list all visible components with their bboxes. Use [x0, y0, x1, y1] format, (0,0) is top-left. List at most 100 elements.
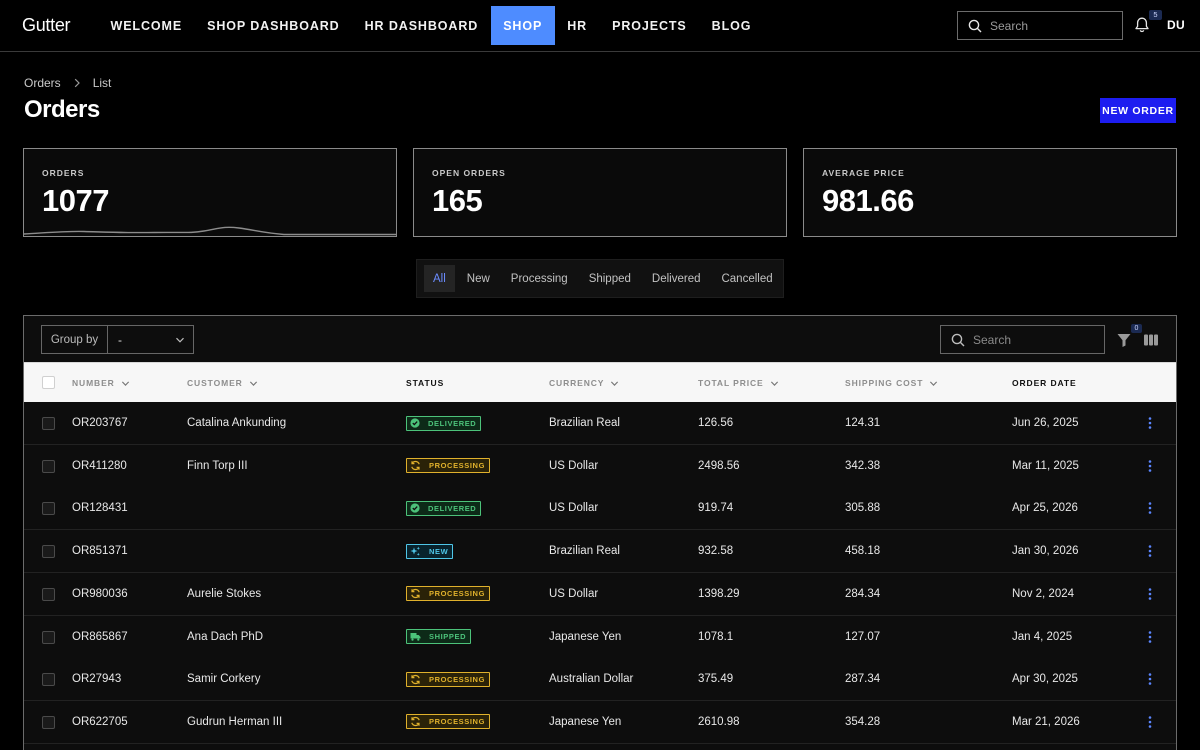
brand-logo[interactable]: Gutter: [22, 15, 71, 36]
stat-value: 981.66: [822, 183, 914, 218]
currency: Australian Dollar: [549, 673, 634, 686]
tab-shipped[interactable]: Shipped: [580, 265, 640, 292]
column-customer[interactable]: CUSTOMER: [187, 363, 258, 403]
nav-item-hr-dashboard[interactable]: HR DASHBOARD: [352, 6, 491, 45]
table-row[interactable]: OR851371 NEW Brazilian Real 932.58 458.18 Jan…: [24, 530, 1176, 574]
more-vertical-icon[interactable]: [1146, 544, 1154, 558]
status-label: NEW: [429, 546, 449, 556]
table-search-input[interactable]: Search: [940, 325, 1105, 354]
tab-delivered[interactable]: Delivered: [643, 265, 710, 292]
table-row[interactable]: OR980036 Aurelie Stokes PROCESSING US Dolla…: [24, 572, 1176, 616]
table-row[interactable]: OR203767 Catalina Ankunding DELIVERED Brazi…: [24, 402, 1176, 445]
more-vertical-icon[interactable]: [1146, 416, 1154, 430]
more-vertical-icon[interactable]: [1146, 501, 1154, 515]
user-avatar[interactable]: DU: [1167, 18, 1185, 32]
chevron-down-icon: [249, 380, 257, 386]
row-checkbox[interactable]: [42, 459, 55, 473]
currency: Japanese Yen: [549, 630, 622, 643]
status-label: SHIPPED: [429, 632, 467, 641]
order-number[interactable]: OR128431: [72, 487, 128, 529]
nav-item-projects[interactable]: PROJECTS: [600, 6, 700, 45]
top-navbar: Gutter WELCOME SHOP DASHBOARD HR DASHBOA…: [0, 0, 1200, 52]
order-date: Apr 25, 2026: [1012, 502, 1078, 515]
filter-icon[interactable]: [1116, 332, 1132, 348]
breadcrumb-orders[interactable]: Orders: [24, 76, 61, 90]
tab-cancelled[interactable]: Cancelled: [712, 265, 781, 292]
nav-item-welcome[interactable]: WELCOME: [98, 6, 195, 45]
row-checkbox[interactable]: [42, 545, 55, 559]
row-checkbox[interactable]: [42, 502, 55, 516]
row-checkbox[interactable]: [42, 587, 55, 601]
search-icon: [951, 333, 965, 346]
order-number[interactable]: OR980036: [72, 573, 128, 615]
status-badge: PROCESSING: [406, 671, 491, 687]
group-by-select[interactable]: -: [108, 326, 193, 353]
column-total-price[interactable]: TOTAL PRICE: [698, 363, 779, 403]
column-number[interactable]: NUMBER: [72, 363, 130, 403]
group-by-control: Group by -: [41, 325, 194, 354]
status-badge: DELIVERED: [406, 415, 482, 431]
row-checkbox[interactable]: [42, 630, 55, 644]
column-currency[interactable]: CURRENCY: [549, 363, 619, 403]
status-cell: PROCESSING: [406, 445, 491, 487]
customer-name: Catalina Ankunding: [187, 417, 287, 429]
main-nav: WELCOME SHOP DASHBOARD HR DASHBOARD SHOP…: [98, 6, 764, 45]
row-checkbox[interactable]: [42, 417, 55, 430]
order-number[interactable]: OR27943: [72, 658, 121, 700]
order-number[interactable]: OR203767: [72, 402, 128, 444]
total-price: 932.58: [698, 545, 734, 558]
notification-count-badge: 5: [1149, 10, 1162, 20]
order-number[interactable]: OR622705: [72, 701, 128, 743]
status-cell: DELIVERED: [406, 487, 482, 529]
chevron-down-icon: [121, 380, 129, 386]
status-badge: PROCESSING: [406, 586, 491, 602]
group-by-value: -: [118, 332, 122, 347]
more-vertical-icon[interactable]: [1146, 587, 1154, 601]
more-vertical-icon[interactable]: [1146, 459, 1154, 473]
table-row[interactable]: OR865867 Ana Dach PhD SHIPPED Japanese Yen 1…: [24, 615, 1176, 659]
row-checkbox[interactable]: [42, 715, 55, 729]
stat-label: AVERAGE PRICE: [822, 168, 905, 178]
shipping-cost: 305.88: [845, 502, 881, 515]
nav-item-shop-dashboard[interactable]: SHOP DASHBOARD: [195, 6, 353, 45]
tab-processing[interactable]: Processing: [502, 265, 577, 292]
more-vertical-icon[interactable]: [1146, 715, 1154, 729]
more-vertical-icon[interactable]: [1146, 630, 1154, 644]
chevron-down-icon: [930, 380, 938, 386]
order-number[interactable]: OR865867: [72, 616, 128, 658]
nav-item-blog[interactable]: BLOG: [699, 6, 764, 45]
page-title: Orders: [24, 96, 100, 123]
global-search-input[interactable]: Search: [957, 11, 1123, 40]
nav-item-shop[interactable]: SHOP: [490, 6, 555, 45]
shipping-cost: 284.34: [845, 587, 881, 600]
columns-icon[interactable]: [1143, 332, 1159, 348]
column-shipping-cost[interactable]: SHIPPING COST: [845, 363, 938, 403]
stat-card-orders: ORDERS 1077: [23, 148, 397, 237]
table-row[interactable]: OR622705 Gudrun Herman III PROCESSING Japan…: [24, 700, 1176, 744]
status-badge: NEW: [406, 543, 454, 559]
currency: Brazilian Real: [549, 545, 620, 558]
order-number[interactable]: OR851371: [72, 530, 128, 572]
more-vertical-icon[interactable]: [1146, 672, 1154, 686]
tab-all[interactable]: All: [424, 265, 455, 292]
table-row[interactable]: OR27943 Samir Corkery PROCESSING Australian…: [24, 658, 1176, 702]
customer-name: Finn Torp III: [187, 459, 248, 472]
table-toolbar: Group by - Search 0: [24, 316, 1176, 362]
status-label: DELIVERED: [428, 503, 477, 513]
row-checkbox[interactable]: [42, 673, 55, 687]
tab-new[interactable]: New: [458, 265, 499, 292]
currency: US Dollar: [549, 587, 599, 600]
select-all-checkbox[interactable]: [42, 376, 55, 389]
currency: US Dollar: [549, 502, 599, 515]
table-row[interactable]: OR411280 Finn Torp III PROCESSING US Dollar…: [24, 444, 1176, 488]
chevron-right-icon: [74, 78, 80, 88]
order-number[interactable]: OR411280: [72, 445, 127, 487]
refresh-icon: [410, 674, 425, 685]
status-badge: DELIVERED: [406, 500, 482, 516]
nav-item-hr[interactable]: HR: [555, 6, 600, 45]
stat-card-open-orders: OPEN ORDERS 165: [413, 148, 787, 237]
truck-icon: [410, 631, 425, 642]
column-order-date: ORDER DATE: [1012, 378, 1077, 388]
table-row[interactable]: OR128431 DELIVERED US Dollar 919.74 305.88 Ap…: [24, 487, 1176, 531]
new-order-button[interactable]: NEW ORDER: [1100, 98, 1176, 123]
